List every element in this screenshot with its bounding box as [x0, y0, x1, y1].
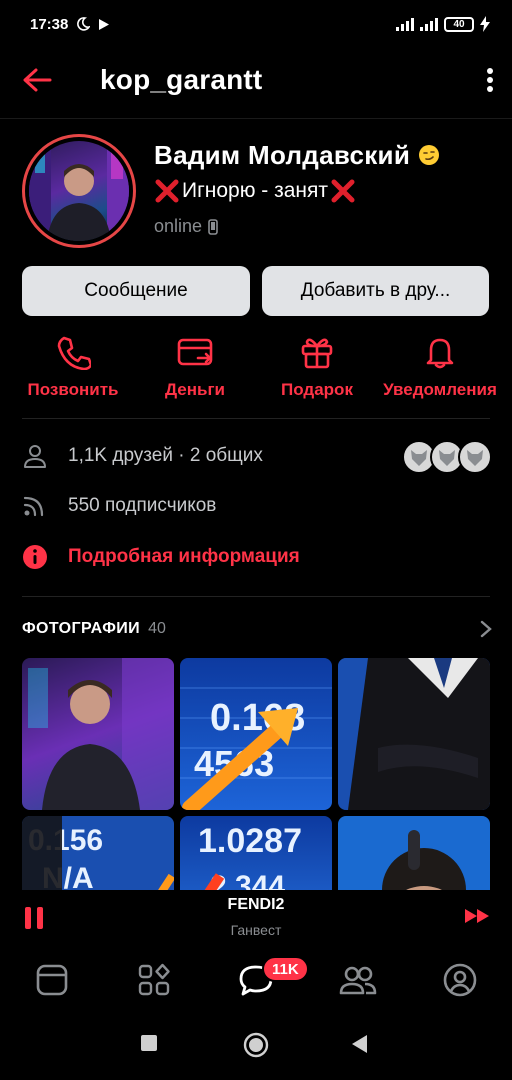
- signal-icon: [396, 17, 414, 31]
- mutual-friends-avatars[interactable]: [402, 440, 492, 474]
- tab-services[interactable]: [134, 960, 174, 1000]
- profile-status: Игнорю - занят: [154, 178, 356, 204]
- battery-icon: 40: [444, 16, 474, 32]
- call-label: Позвонить: [27, 380, 119, 399]
- back-triangle-icon: [352, 1035, 367, 1053]
- message-button[interactable]: Сообщение: [22, 266, 250, 316]
- rss-icon: [23, 496, 44, 517]
- charging-icon: [480, 16, 490, 32]
- photo-thumbnail[interactable]: [338, 816, 490, 890]
- next-track-icon[interactable]: [464, 908, 490, 924]
- tab-friends[interactable]: [338, 960, 378, 1000]
- home-button[interactable]: [243, 1032, 269, 1063]
- feed-icon: [36, 964, 68, 996]
- header-divider: [0, 118, 512, 119]
- profile-icon: [443, 963, 477, 997]
- bell-icon: [426, 338, 454, 369]
- svg-text:1.0287: 1.0287: [198, 822, 302, 860]
- avatar-photo: [29, 141, 129, 241]
- photo-thumbnail[interactable]: 0.1684563: [180, 658, 332, 810]
- friends-text: 1,1K друзей · 2 общих: [68, 445, 263, 466]
- moon-icon: [77, 17, 91, 31]
- photo-thumbnail[interactable]: 0.156 N/A: [22, 816, 174, 890]
- track-artist: Ганвест: [230, 922, 282, 938]
- status-bar: 17:38 40: [0, 0, 512, 48]
- photo-thumbnail[interactable]: [338, 658, 490, 810]
- smirk-emoji-icon: [418, 145, 439, 165]
- status-text: Игнорю - занят: [182, 179, 329, 202]
- mutual-friend-avatar: [458, 440, 492, 474]
- photo-thumbnail[interactable]: [22, 658, 174, 810]
- avatar[interactable]: [22, 134, 136, 248]
- profile-header: Вадим Молдавский Игнорю - занят online: [22, 134, 492, 250]
- online-status: online: [154, 216, 218, 237]
- call-action[interactable]: Позвонить: [8, 334, 138, 400]
- person-icon: [24, 445, 46, 468]
- money-icon: [177, 338, 213, 366]
- more-menu-icon[interactable]: [486, 67, 494, 93]
- quick-actions: Позвонить Деньги Подарок Уведомления: [0, 334, 512, 406]
- messages-badge: 11K: [262, 956, 309, 982]
- mini-player[interactable]: FENDI2 Ганвест: [0, 890, 512, 944]
- home-circle-icon: [243, 1032, 269, 1058]
- page-title: kop_garantt: [100, 64, 263, 95]
- recents-button[interactable]: [140, 1034, 158, 1057]
- friends-row[interactable]: 1,1K друзей · 2 общих: [22, 440, 492, 474]
- gift-icon: [301, 338, 333, 369]
- details-row[interactable]: Подробная информация: [22, 541, 492, 573]
- money-action[interactable]: Деньги: [130, 334, 260, 400]
- photos-count: 40: [148, 620, 166, 637]
- track-title: FENDI2: [227, 896, 285, 913]
- chevron-right-icon: [480, 620, 492, 638]
- notifications-label: Уведомления: [383, 380, 497, 399]
- notifications-action[interactable]: Уведомления: [375, 334, 505, 400]
- photos-grid: 0.1684563 0.156N/A 1.02872.344: [22, 658, 490, 890]
- square-icon: [141, 1035, 157, 1051]
- add-friend-button[interactable]: Добавить в дру...: [262, 266, 489, 316]
- cross-mark-icon: [155, 179, 179, 203]
- divider: [22, 418, 490, 419]
- app-header: kop_garantt: [0, 48, 512, 112]
- money-label: Деньги: [164, 380, 226, 399]
- mobile-phone-icon: [208, 218, 218, 235]
- back-button[interactable]: [350, 1034, 368, 1059]
- followers-row[interactable]: 550 подписчиков: [22, 490, 492, 522]
- back-arrow-icon[interactable]: [22, 67, 52, 93]
- tab-feed[interactable]: [32, 960, 72, 1000]
- services-grid-icon: [138, 963, 170, 996]
- play-icon: [99, 18, 110, 30]
- cross-mark-icon: [331, 179, 355, 203]
- bottom-tab-bar: [0, 946, 512, 1010]
- gift-action[interactable]: Подарок: [252, 334, 382, 400]
- status-time: 17:38: [30, 15, 69, 33]
- phone-icon: [57, 336, 91, 370]
- system-navigation-bar: [0, 1012, 512, 1080]
- friends-icon: [339, 966, 377, 995]
- gift-label: Подарок: [281, 380, 353, 399]
- tab-profile[interactable]: [440, 960, 480, 1000]
- photos-label: ФОТОГРАФИИ: [22, 620, 141, 637]
- info-icon: [23, 545, 47, 569]
- photos-header[interactable]: ФОТОГРАФИИ 40: [22, 616, 492, 642]
- profile-name: Вадим Молдавский: [154, 140, 440, 171]
- signal-icon-2: [420, 17, 438, 31]
- followers-text: 550 подписчиков: [68, 495, 217, 516]
- photo-thumbnail[interactable]: 1.0287 2.344: [180, 816, 332, 890]
- divider: [22, 596, 490, 597]
- details-text: Подробная информация: [68, 546, 300, 567]
